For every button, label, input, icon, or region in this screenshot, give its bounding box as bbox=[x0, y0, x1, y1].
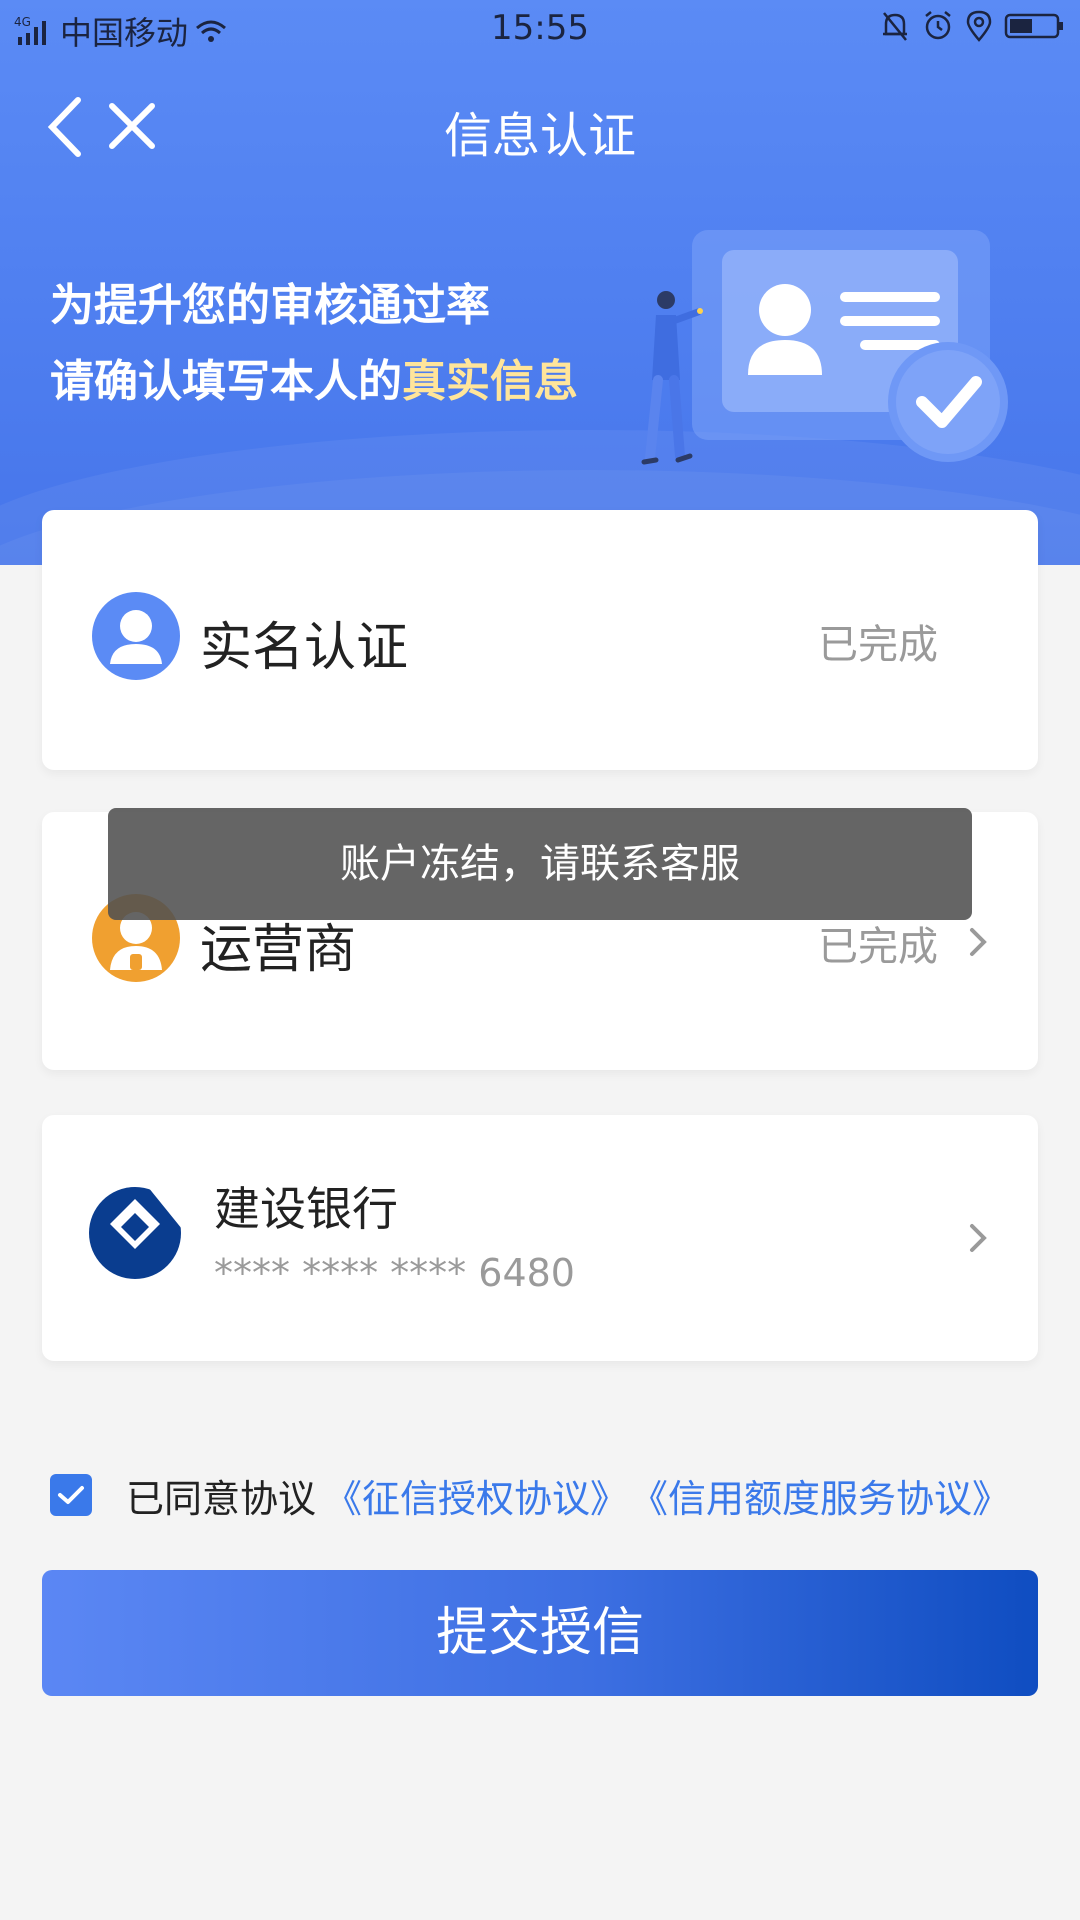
banner-highlight: 真实信息 bbox=[402, 356, 578, 407]
real-name-title: 实名认证 bbox=[200, 618, 409, 678]
page-title: 信息认证 bbox=[443, 108, 636, 164]
submit-credit-button[interactable]: 提交授信 bbox=[42, 1570, 1038, 1696]
toast-message: 账户冻结，请联系客服 bbox=[108, 808, 972, 920]
bank-card-number: **** **** **** 6480 bbox=[214, 1251, 575, 1295]
bell-mute-icon bbox=[883, 12, 907, 41]
banner-line-1: 为提升您的审核通过率 bbox=[50, 280, 490, 331]
user-icon bbox=[92, 592, 180, 680]
credit-auth-agreement-link[interactable]: 《征信授权协议》 bbox=[324, 1468, 628, 1523]
alarm-icon bbox=[925, 11, 951, 40]
real-name-card[interactable]: 实名认证 已完成 bbox=[42, 510, 1038, 770]
nav-bar: 信息认证 bbox=[0, 70, 1080, 180]
chevron-right-icon bbox=[970, 928, 987, 956]
battery-icon bbox=[1004, 13, 1063, 39]
check-icon bbox=[58, 1486, 84, 1504]
chevron-right-icon bbox=[970, 1224, 987, 1252]
operator-status: 已完成 bbox=[818, 924, 938, 970]
banner-line-2-prefix: 请确认填写本人的 bbox=[50, 356, 402, 407]
bank-logo-icon bbox=[89, 1187, 182, 1279]
status-bar: 4G 中国移动 15:55 bbox=[0, 0, 1080, 56]
location-icon bbox=[966, 10, 992, 42]
real-name-status: 已完成 bbox=[818, 622, 938, 668]
credit-auth-page: 4G 中国移动 15:55 信息认证 为提升您的审核通过率 请确认填写本人的真实… bbox=[0, 0, 1080, 1920]
agreement-row: 已同意协议 《征信授权协议》 《信用额度服务协议》 bbox=[50, 1468, 1010, 1523]
bank-card-last4: 6480 bbox=[478, 1251, 575, 1295]
status-right bbox=[880, 10, 1064, 42]
id-card-illustration bbox=[641, 230, 1008, 465]
header-banner: 4G 中国移动 15:55 信息认证 为提升您的审核通过率 请确认填写本人的真实… bbox=[0, 0, 1080, 565]
bank-card-mask: **** **** **** bbox=[214, 1251, 467, 1295]
banner-text: 为提升您的审核通过率 请确认填写本人的真实信息 bbox=[50, 268, 578, 420]
credit-limit-agreement-link[interactable]: 《信用额度服务协议》 bbox=[630, 1468, 1010, 1523]
agreement-checkbox[interactable] bbox=[50, 1474, 92, 1516]
bank-card[interactable]: 建设银行 **** **** **** 6480 bbox=[42, 1115, 1038, 1361]
agreement-label: 已同意协议 bbox=[126, 1476, 317, 1521]
bank-name: 建设银行 bbox=[214, 1182, 398, 1236]
banner-line-2: 请确认填写本人的真实信息 bbox=[50, 344, 578, 420]
